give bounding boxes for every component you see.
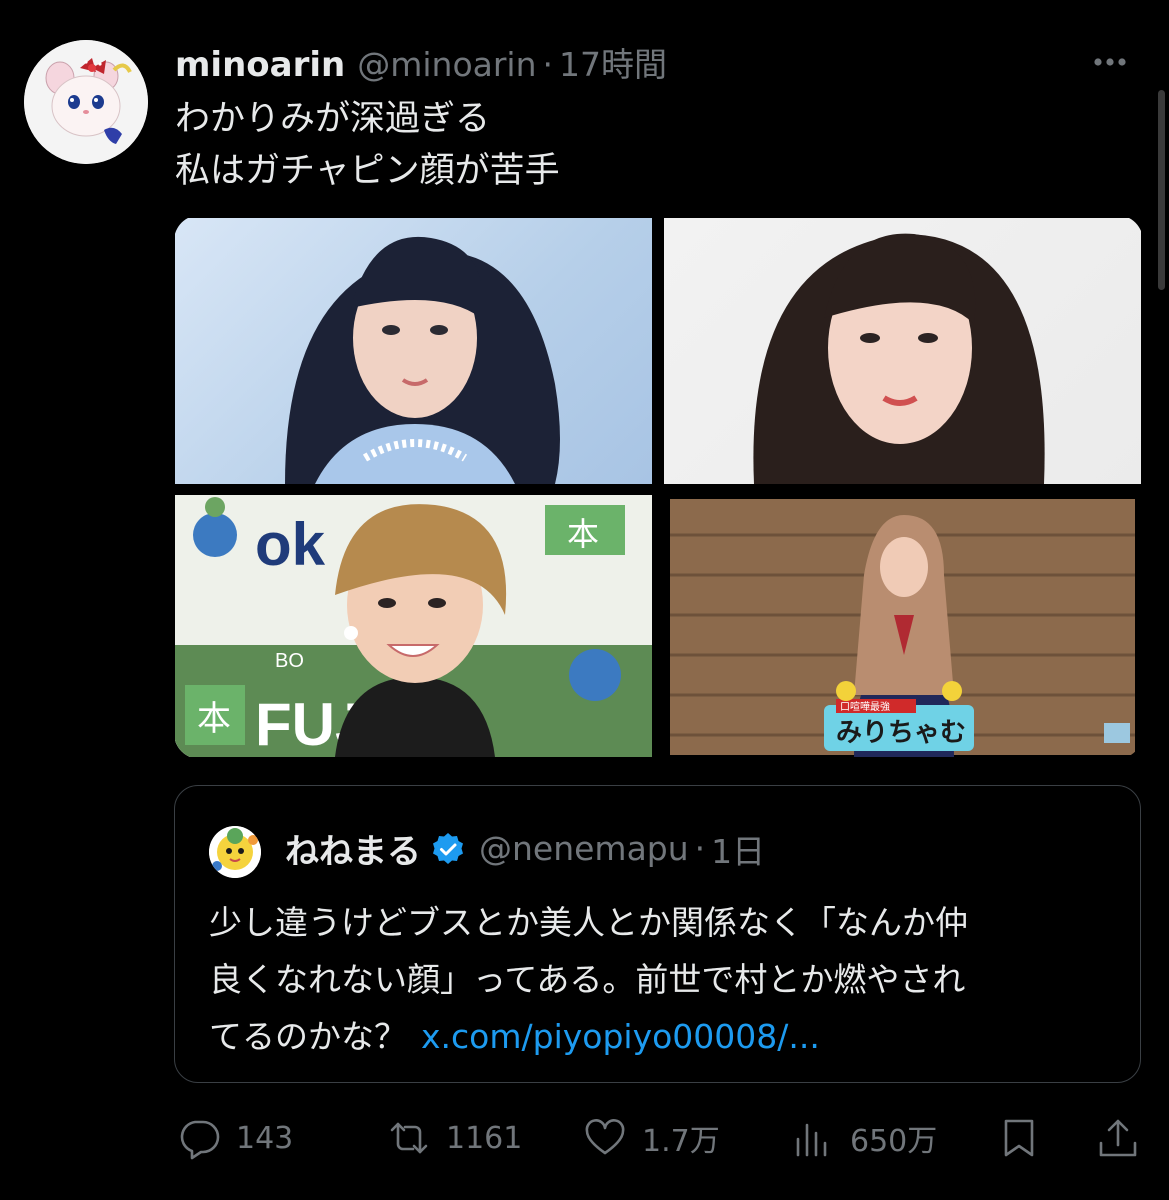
portrait-photo-1 — [285, 236, 560, 484]
author-handle[interactable]: @minoarin — [357, 45, 536, 84]
bookmark-icon — [1004, 1119, 1034, 1157]
quoted-text-line-1: 少し違うけどブスとか美人とか関係なく「なんか仲 — [209, 903, 968, 942]
analytics-icon — [796, 1123, 827, 1157]
quoted-text-line-3: てるのかな？ x.com/piyopiyo00008/... — [209, 1008, 1119, 1065]
sign-book-left: 本 — [197, 699, 231, 739]
reply-count: 143 — [236, 1120, 294, 1156]
quoted-header: ねねまる @nenemapu · 1日 — [285, 824, 765, 873]
quoted-author-name[interactable]: ねねまる — [285, 824, 421, 873]
tweet-text-line-2: 私はガチャピン顔が苦手 — [175, 151, 560, 191]
quoted-separator: · — [694, 829, 706, 868]
reply-icon — [180, 1120, 220, 1160]
like-button[interactable]: 1.7万 — [582, 1110, 720, 1166]
sign-text-small: BO — [275, 650, 304, 672]
tweet-text-line-1: わかりみが深過ぎる — [175, 99, 491, 139]
quoted-author-handle[interactable]: @nenemapu — [479, 829, 689, 868]
quoted-author-avatar[interactable] — [209, 826, 261, 878]
photo-3[interactable]: ok 本 本 FUJ A BO — [175, 495, 652, 757]
author-avatar[interactable] — [24, 40, 148, 164]
photo-4[interactable]: 口喧嘩最強 みりちゃむ — [664, 495, 1141, 757]
verified-badge-icon — [433, 832, 463, 864]
photo-1[interactable] — [175, 218, 652, 484]
share-icon — [1099, 1119, 1137, 1157]
media-grid: ok 本 本 FUJ A BO 口喧嘩最強 みりちゃむ — [174, 215, 1143, 759]
tweet-header: minoarin @minoarin · 17時間 — [175, 38, 667, 86]
like-count: 1.7万 — [642, 1124, 720, 1159]
action-bar: 143 1161 1.7万 650万 — [0, 1110, 1169, 1166]
reply-button[interactable]: 143 — [176, 1110, 293, 1166]
quoted-link[interactable]: x.com/piyopiyo00008/... — [421, 1017, 820, 1056]
caption-small: 口喧嘩最強 — [840, 700, 890, 713]
views-count: 650万 — [850, 1124, 938, 1159]
caption-name: みりちゃむ — [836, 718, 966, 748]
portrait-photo-2 — [753, 233, 1045, 484]
more-options-button[interactable] — [1087, 44, 1133, 80]
retweet-icon — [390, 1122, 428, 1154]
bookmark-button[interactable] — [996, 1110, 1042, 1166]
hamster-character-avatar-icon — [24, 40, 148, 164]
quoted-tweet[interactable]: ねねまる @nenemapu · 1日 少し違うけどブスとか美人とか関係なく「な… — [174, 785, 1141, 1083]
quoted-time[interactable]: 1日 — [711, 825, 765, 873]
tweet-time[interactable]: 17時間 — [559, 38, 667, 86]
views-button[interactable]: 650万 — [790, 1110, 937, 1166]
retweet-button[interactable]: 1161 — [386, 1110, 522, 1166]
quoted-text-line-3-text: てるのかな？ — [209, 1017, 407, 1056]
retweet-count: 1161 — [446, 1120, 523, 1156]
heart-icon — [585, 1119, 625, 1155]
scrollbar[interactable] — [1158, 90, 1165, 290]
portrait-photo-3: ok 本 本 FUJ A BO — [175, 495, 652, 757]
portrait-photo-4: 口喧嘩最強 みりちゃむ — [670, 499, 1135, 757]
share-button[interactable] — [1095, 1110, 1141, 1166]
sign-text-top: ok — [255, 511, 326, 578]
more-options-icon — [1094, 58, 1126, 66]
sign-book-right: 本 — [567, 515, 599, 553]
author-name[interactable]: minoarin — [175, 45, 345, 85]
quoted-text-line-2: 良くなれない顔」ってある。前世で村とか燃やされ — [209, 960, 966, 999]
separator-dot: · — [542, 45, 554, 84]
photo-2[interactable] — [664, 218, 1141, 484]
mascot-avatar-icon — [209, 826, 261, 878]
quoted-text: 少し違うけどブスとか美人とか関係なく「なんか仲 良くなれない顔」ってある。前世で… — [209, 894, 1119, 1065]
